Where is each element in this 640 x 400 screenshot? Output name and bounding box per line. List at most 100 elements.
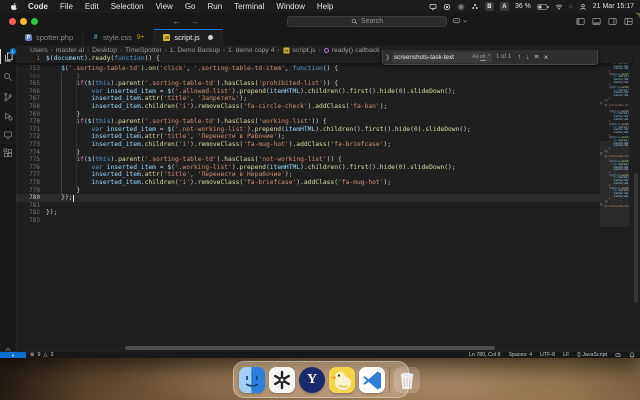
remote-indicator[interactable] [0,352,26,358]
code-row-753[interactable]: 753 $('.sorting-table-td').on('click', '… [16,65,600,73]
close-window-button[interactable] [9,17,16,25]
breadcrumb-item[interactable]: Desktop [92,47,117,54]
activity-item-remote-explorer[interactable] [0,127,16,142]
minimize-window-button[interactable] [20,17,27,25]
tab-script-js[interactable]: JS script.js [154,29,223,46]
gear-icon[interactable] [457,3,465,11]
match-case-toggle[interactable]: Aa [472,54,478,60]
dock-item-chatgpt[interactable] [269,366,295,393]
copilot-icon [452,18,461,24]
status-item--javascript[interactable]: {} JavaScript [577,352,607,358]
code-row-780[interactable]: 780 }); [16,194,600,202]
code-row-764[interactable]: 764 } [16,73,600,81]
breadcrumb-item[interactable]: TimeSpotter [125,47,162,54]
find-in-selection-icon[interactable]: ≡ [535,54,539,61]
code-row-768[interactable]: 768 inserted_item.children('i').removeCl… [16,103,600,111]
breadcrumb-item[interactable]: 1. Demo Backup [170,47,220,54]
menubar-item-go[interactable]: Go [179,2,202,11]
close-icon[interactable]: × [544,53,549,62]
dock-item-finder[interactable] [239,366,265,393]
code-row-766[interactable]: 766 var inserted_item = $('.allowed-list… [16,88,600,96]
code-row-776[interactable]: 776 var inserted_item = $('.working-list… [16,164,600,172]
go-back-icon[interactable]: ← [172,16,181,26]
maximize-window-button[interactable] [31,17,38,25]
apple-menu-icon[interactable] [6,2,22,12]
tab-spotter-php[interactable]: Pspotter.php [16,29,84,46]
code-row-772[interactable]: 772 inserted_item.attr('title', 'Перенес… [16,133,600,141]
code-row-778[interactable]: 778 inserted_item.children('i').removeCl… [16,179,600,187]
code-row-771[interactable]: 771 var inserted_item = $('.not-working-… [16,126,600,134]
user-icon[interactable] [579,3,587,11]
menubar-item-file[interactable]: File [54,2,79,11]
vertical-scrollbar-thumb[interactable] [634,173,638,303]
menubar-item-view[interactable]: View [150,2,179,11]
vertical-scrollbar[interactable] [633,55,639,345]
wifi-icon[interactable] [555,3,563,11]
status-item-ln-780-col-8[interactable]: Ln 780, Col 8 [469,352,501,358]
activity-item-explorer[interactable]: 1 [0,48,16,64]
breadcrumb-item[interactable]: master-al [56,47,84,54]
dock-item-yandex-browser[interactable]: Y [299,366,325,393]
menubar-item-help[interactable]: Help [311,2,339,11]
code-row-767[interactable]: 767 inserted_item.attr('title', 'Запрети… [16,95,600,103]
status-item-spaces-4[interactable]: Spaces: 4 [508,352,532,358]
find-input[interactable]: screenshots-task-text Aa ab .* [392,51,493,63]
dock-item-trash[interactable] [394,366,420,393]
toggle-sidebar-right-icon[interactable] [608,17,617,26]
tab-style-css[interactable]: # style.css 9+ [83,29,155,46]
code-row-783[interactable]: 783 [16,217,600,225]
copilot-menu[interactable] [452,16,468,25]
code-row-770[interactable]: 770 if($(this).parent('.sorting-table-td… [16,118,600,126]
problems-indicator[interactable]: ⊗ 9 △ 3 [26,352,53,358]
code-row-774[interactable]: 774 } [16,149,600,157]
breadcrumb-item[interactable]: 1. demo copy 4 [228,47,274,54]
input-source-icon[interactable]: A [499,2,509,11]
code-row-773[interactable]: 773 inserted_item.children('i').removeCl… [16,141,600,149]
whole-word-toggle[interactable]: ab [479,54,486,61]
copilot-icon[interactable] [615,352,621,358]
code-row-769[interactable]: 769 } [16,111,600,119]
command-center-search[interactable]: Search [287,15,447,27]
breadcrumb-item[interactable]: ready() callback [332,47,380,54]
dock-item-vscode[interactable] [359,366,385,393]
menubar-item-run[interactable]: Run [201,2,228,11]
code-row-779[interactable]: 779 } [16,187,600,195]
menubar-item-terminal[interactable]: Terminal [228,2,270,11]
status-item-lf[interactable]: LF [563,352,569,358]
status-item-utf-8[interactable]: UTF-8 [540,352,555,358]
bell-icon[interactable] [629,352,635,358]
breadcrumb-item[interactable]: Users [30,47,48,54]
activity-item-run-debug[interactable] [0,108,16,123]
breadcrumb-item[interactable]: script.js [293,47,316,54]
code-row-782[interactable]: 782}); [16,209,600,217]
horizontal-scrollbar-thumb[interactable] [125,346,495,350]
activity-item-source-control[interactable] [0,89,16,104]
menubar-item-edit[interactable]: Edit [79,2,105,11]
menubar-item-code[interactable]: Code [22,2,54,11]
menubar-item-window[interactable]: Window [270,2,310,11]
code-editor[interactable]: 753 $('.sorting-table-td').on('click', '… [16,65,600,224]
toggle-sidebar-left-icon[interactable] [576,17,585,26]
toggle-panel-icon[interactable] [592,17,601,26]
code-row-775[interactable]: 775 if($(this).parent('.sorting-table-td… [16,156,600,164]
toggle-replace-icon[interactable]: ❯ [383,54,392,61]
dock-item-cyberduck[interactable] [329,366,355,393]
menubar-clock[interactable]: 21 Mar 15:17 [593,3,634,10]
code-row-781[interactable]: 781 [16,202,600,210]
activity-item-extensions[interactable] [0,145,16,160]
customize-layout-icon[interactable] [624,17,633,26]
fan-icon[interactable] [471,3,479,11]
control-center-icon[interactable] [443,3,451,11]
code-row-777[interactable]: 777 inserted_item.attr('title', 'Перенес… [16,171,600,179]
code-row-765[interactable]: 765 if($(this).parent('.sorting-table-td… [16,80,600,88]
previous-match-icon[interactable]: ↑ [518,54,522,61]
menubar-item-selection[interactable]: Selection [105,2,150,11]
regex-toggle[interactable]: .* [487,54,490,60]
next-match-icon[interactable]: ↓ [526,54,530,61]
go-forward-icon[interactable]: → [190,16,199,26]
minimap-slider[interactable] [600,141,629,227]
activity-item-search[interactable] [0,69,16,84]
hidden-icons-icon[interactable]: ∴ [569,3,573,10]
display-icon[interactable] [429,3,437,11]
app-b-icon[interactable]: B [484,2,494,11]
